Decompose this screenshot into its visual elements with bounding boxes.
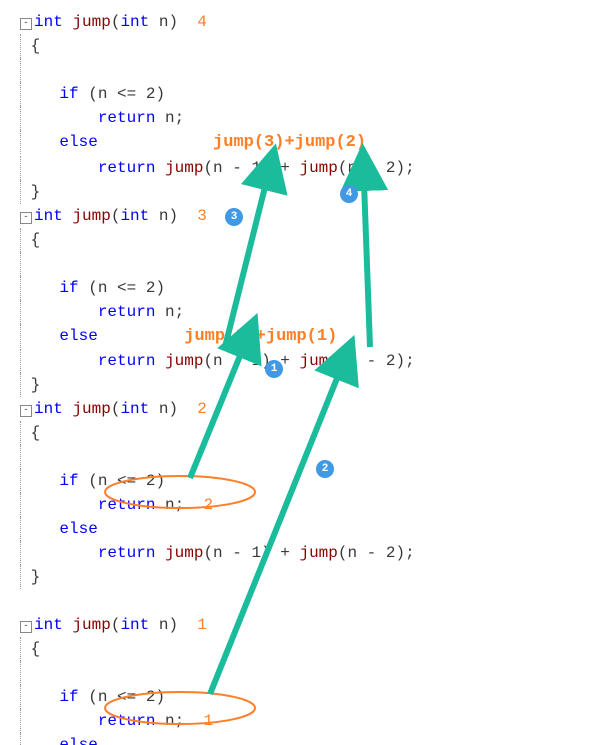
fold-icon[interactable]: - <box>20 621 32 633</box>
else-line: else <box>20 733 415 745</box>
marker-1: 1 <box>265 360 283 378</box>
brace-close: } <box>20 565 415 589</box>
fn-signature-4: -int jump(int n) 4 <box>20 10 415 34</box>
fn-signature-2: -int jump(int n) 2 <box>20 397 415 421</box>
brace-open: { <box>20 637 415 661</box>
blank-line <box>20 58 415 82</box>
call-value-4: 4 <box>197 13 207 31</box>
fold-icon[interactable]: - <box>20 212 32 224</box>
blank-line <box>20 661 415 685</box>
marker-2: 2 <box>316 460 334 478</box>
expansion-label-4: jump(3)+jump(2) <box>213 133 366 152</box>
brace-open: { <box>20 34 415 58</box>
return-n: return n; <box>20 106 415 130</box>
marker-4: 4 <box>340 185 358 203</box>
return-recurse: return jump(n - 1) + jump(n - 2); <box>20 541 415 565</box>
fold-icon[interactable]: - <box>20 18 32 30</box>
brace-open: { <box>20 228 415 252</box>
blank-line <box>20 589 415 613</box>
return-n: return n; <box>20 300 415 324</box>
return-n-highlighted: return n; 2 <box>20 493 415 517</box>
blank-line <box>20 252 415 276</box>
fn-signature-1: -int jump(int n) 1 <box>20 613 415 637</box>
if-line: if (n <= 2) <box>20 685 415 709</box>
if-line: if (n <= 2) <box>20 469 415 493</box>
call-value-2: 2 <box>197 400 207 418</box>
return-value-1: 1 <box>203 712 213 730</box>
else-line: else <box>20 517 415 541</box>
return-n-highlighted: return n; 1 <box>20 709 415 733</box>
fn-signature-3: -int jump(int n) 3 <box>20 204 415 228</box>
code-area: -int jump(int n) 4 { if (n <= 2) return … <box>20 10 415 745</box>
call-value-1: 1 <box>197 616 207 634</box>
brace-open: { <box>20 421 415 445</box>
marker-3: 3 <box>225 208 243 226</box>
return-recurse: return jump(n - 1) + jump(n - 2); <box>20 349 415 373</box>
if-line: if (n <= 2) <box>20 82 415 106</box>
diagram-container: -int jump(int n) 4 { if (n <= 2) return … <box>0 0 592 745</box>
brace-close: } <box>20 373 415 397</box>
return-recurse: return jump(n - 1) + jump(n - 2); <box>20 156 415 180</box>
expansion-label-3: jump(2)+jump(1) <box>184 327 337 346</box>
fold-icon[interactable]: - <box>20 405 32 417</box>
else-line: else jump(2)+jump(1) <box>20 324 415 350</box>
else-line: else jump(3)+jump(2) <box>20 130 415 156</box>
return-value-2: 2 <box>203 496 213 514</box>
blank-line <box>20 445 415 469</box>
if-line: if (n <= 2) <box>20 276 415 300</box>
call-value-3: 3 <box>197 207 207 225</box>
